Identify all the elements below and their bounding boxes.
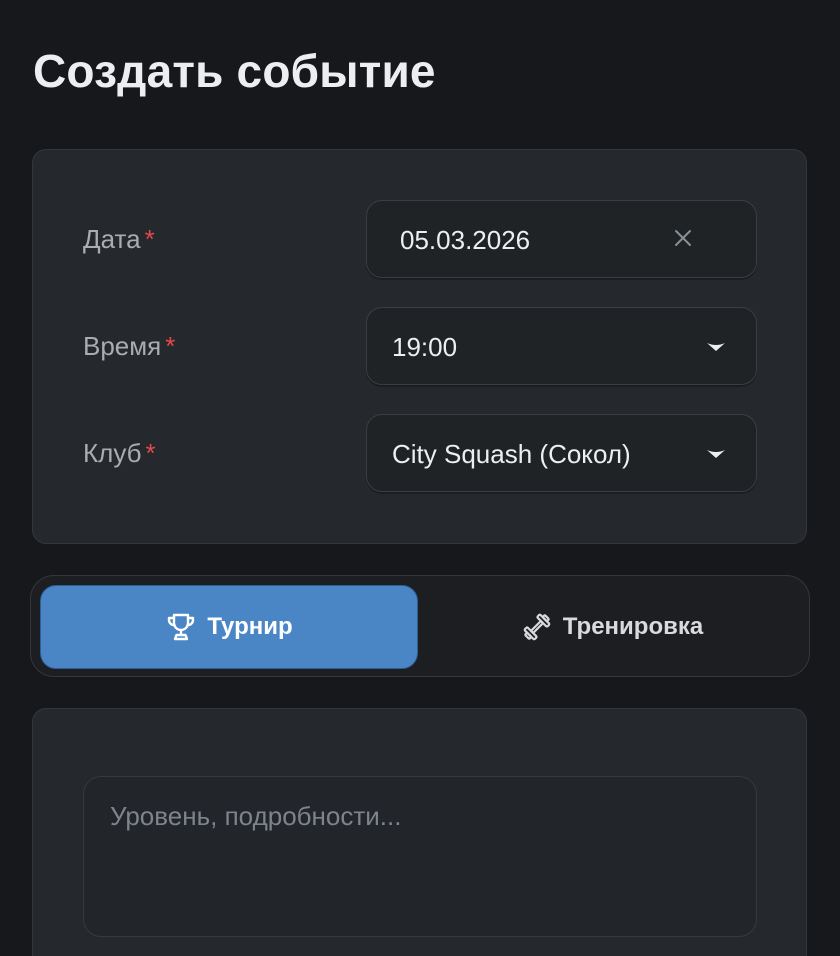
required-mark: * — [144, 224, 155, 254]
time-label: Время * — [83, 331, 175, 362]
time-select[interactable]: 19:00 — [366, 307, 757, 385]
create-event-page: Создать событие Дата * 05.03.2026 Время * … — [0, 0, 840, 956]
dumbbell-icon — [523, 613, 551, 641]
time-value: 19:00 — [392, 332, 458, 362]
chevron-down-icon[interactable] — [706, 340, 726, 354]
training-label: Тренировка — [562, 613, 704, 640]
training-tab[interactable]: Тренировка — [423, 585, 801, 669]
event-notes-card: Уровень, подробности... — [32, 708, 807, 956]
event-details-card: Дата * 05.03.2026 Время * 19:00 Клуб * City… — [32, 149, 807, 544]
required-mark: * — [145, 438, 156, 468]
tournament-tab[interactable]: Турнир — [40, 585, 418, 669]
club-label-text: Клуб — [83, 438, 142, 468]
date-label: Дата * — [83, 224, 155, 255]
required-mark: * — [165, 331, 176, 361]
notes-textarea[interactable]: Уровень, подробности... — [83, 776, 757, 937]
club-value: City Squash (Сокол) — [392, 439, 631, 469]
time-label-text: Время — [83, 331, 162, 361]
close-icon[interactable] — [674, 229, 692, 247]
club-label: Клуб * — [83, 438, 156, 469]
date-field[interactable]: 05.03.2026 — [366, 200, 757, 278]
date-value[interactable]: 05.03.2026 — [400, 225, 530, 256]
event-type-toggle: Турнир Тренировка — [30, 575, 810, 677]
trophy-icon — [168, 613, 195, 641]
date-label-text: Дата — [83, 224, 141, 254]
tournament-label: Турнир — [207, 613, 293, 640]
chevron-down-icon[interactable] — [706, 447, 726, 461]
club-select[interactable]: City Squash (Сокол) — [366, 414, 757, 492]
notes-placeholder: Уровень, подробности... — [110, 801, 402, 831]
page-title: Создать событие — [33, 45, 436, 97]
